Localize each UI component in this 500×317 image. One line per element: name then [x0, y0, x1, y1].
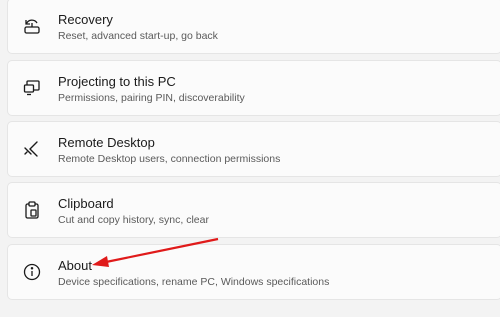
settings-item-subtitle: Cut and copy history, sync, clear — [58, 214, 209, 226]
settings-item-title: About — [58, 258, 92, 273]
settings-item-subtitle: Device specifications, rename PC, Window… — [58, 276, 330, 288]
settings-item-title: Remote Desktop — [58, 135, 155, 150]
settings-item-clipboard[interactable]: Clipboard Cut and copy history, sync, cl… — [7, 182, 500, 238]
settings-item-remote-desktop[interactable]: Remote Desktop Remote Desktop users, con… — [7, 121, 500, 177]
recovery-icon — [22, 16, 42, 36]
remote-desktop-icon — [22, 139, 42, 159]
settings-item-subtitle: Permissions, pairing PIN, discoverabilit… — [58, 92, 245, 104]
settings-item-title: Recovery — [58, 12, 113, 27]
settings-item-subtitle: Remote Desktop users, connection permiss… — [58, 153, 281, 165]
info-icon — [22, 262, 42, 282]
settings-item-projecting[interactable]: Projecting to this PC Permissions, pairi… — [7, 60, 500, 116]
projecting-icon — [22, 78, 42, 98]
settings-item-title: Projecting to this PC — [58, 74, 176, 89]
clipboard-icon — [22, 200, 42, 220]
settings-item-title: Clipboard — [58, 196, 114, 211]
settings-item-subtitle: Reset, advanced start-up, go back — [58, 30, 218, 42]
settings-item-about[interactable]: About Device specifications, rename PC, … — [7, 244, 500, 300]
settings-item-recovery[interactable]: Recovery Reset, advanced start-up, go ba… — [7, 0, 500, 54]
